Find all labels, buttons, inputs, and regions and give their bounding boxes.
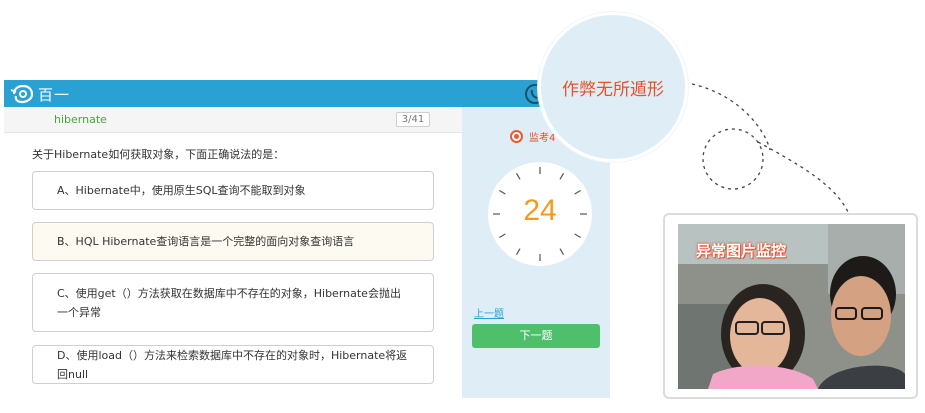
option-label: B、HQL Hibernate查询语言是一个完整的面向对象查询语言 <box>57 235 355 248</box>
course-name: hibernate <box>54 113 107 126</box>
answer-option-c[interactable]: C、使用get（）方法获取在数据库中不存在的对象，Hibernate会抛出一个异… <box>32 273 434 332</box>
question-header: hibernate 3/41 <box>4 107 462 133</box>
question-panel: hibernate 3/41 关于Hibernate如何获取对象，下面正确说法的… <box>4 107 462 398</box>
monitor-status: 监考4 <box>510 129 555 144</box>
option-label: A、Hibernate中，使用原生SQL查询不能取到对象 <box>57 184 306 197</box>
previous-question-link[interactable]: 上一题 <box>474 305 504 320</box>
next-question-button[interactable]: 下一题 <box>472 324 600 348</box>
question-progress: 3/41 <box>396 112 430 127</box>
logo-icon <box>10 84 34 104</box>
question-text: 关于Hibernate如何获取对象，下面正确说法的是： <box>32 148 285 161</box>
answer-option-a[interactable]: A、Hibernate中，使用原生SQL查询不能取到对象 <box>32 171 434 210</box>
countdown-timer: 24 <box>523 194 557 227</box>
brand-name: 百一 <box>38 85 71 104</box>
record-icon <box>510 130 523 143</box>
top-bar: 百一 <box>4 80 610 107</box>
answer-option-d[interactable]: D、使用load（）方法来检索数据库中不存在的对象时，Hibernate将返回n… <box>32 345 434 384</box>
webcam-label: 异常图片监控 <box>696 242 787 260</box>
monitor-label: 监考4 <box>529 133 556 144</box>
option-label: C、使用get（）方法获取在数据库中不存在的对象，Hibernate会抛出一个异… <box>57 286 401 319</box>
option-label: D、使用load（）方法来检索数据库中不存在的对象时，Hibernate将返回n… <box>57 348 408 381</box>
answer-option-b[interactable]: B、HQL Hibernate查询语言是一个完整的面向对象查询语言 <box>32 222 434 261</box>
callout-text: 作弊无所遁形 <box>562 80 664 100</box>
brand-logo[interactable]: 百一 <box>10 83 70 105</box>
exam-app-window: 百一 hibernate 3/41 关于Hibernate如何获取对象，下面正确… <box>4 80 610 398</box>
